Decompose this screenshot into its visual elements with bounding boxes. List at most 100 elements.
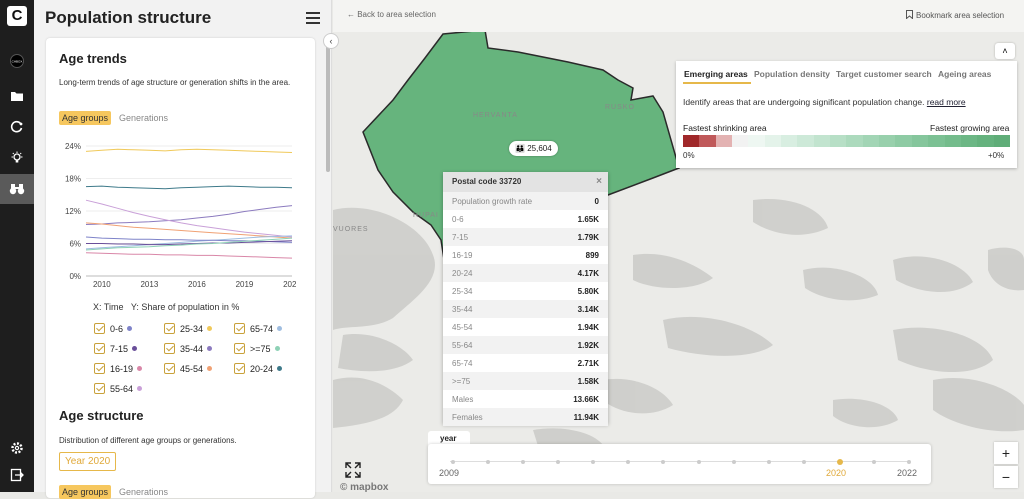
fullscreen-icon[interactable] (345, 462, 361, 478)
panel-scrollbar[interactable] (326, 40, 330, 172)
legend-color-dot (127, 326, 133, 331)
checkbox-icon[interactable] (94, 363, 105, 374)
tab-population-density[interactable]: Population density (754, 69, 830, 79)
checkbox-icon[interactable] (94, 343, 105, 354)
ramp-step (928, 135, 945, 147)
row-label: 55-64 (452, 340, 473, 350)
timeline-year-dot[interactable] (766, 460, 771, 464)
collapse-panel-button[interactable]: ‹ (323, 33, 339, 49)
year-selector-button[interactable]: Year 2020 (59, 452, 117, 471)
row-label: 25-34 (452, 286, 473, 296)
checkbox-icon[interactable] (234, 363, 245, 374)
legend-checkbox->=75[interactable]: >=75 (234, 343, 280, 354)
zoom-out-button[interactable]: − (994, 466, 1018, 488)
tab-ageing-areas[interactable]: Ageing areas (938, 69, 991, 79)
legend-color-dot (137, 366, 143, 371)
bookmark-button[interactable]: Bookmark area selection (906, 10, 1004, 20)
row-value: 11.94K (573, 412, 599, 422)
ramp-step (895, 135, 912, 147)
legend-checkbox-20-24[interactable]: 20-24 (234, 363, 283, 374)
timeline-year-dot[interactable] (871, 460, 876, 464)
checkbox-icon[interactable] (234, 343, 245, 354)
ramp-step (862, 135, 880, 147)
refresh-icon[interactable] (0, 112, 34, 142)
checkbox-icon[interactable] (94, 323, 105, 334)
app-logo[interactable]: C (7, 6, 27, 26)
legend-label: 35-44 (180, 343, 204, 354)
binoculars-icon[interactable] (0, 174, 34, 204)
timeline-year-dot[interactable] (661, 460, 666, 464)
legend-checkbox-55-64[interactable]: 55-64 (94, 383, 143, 394)
popup-rows: Population growth rate 0 0-6 1.65K 7-15 1.79K… (443, 192, 608, 426)
popup-row: 16-19 899 (443, 246, 608, 264)
legend-checkbox-0-6[interactable]: 0-6 (94, 323, 133, 334)
badge-icon[interactable]: CHBOX (0, 46, 34, 76)
row-value: 1.79K (577, 232, 599, 242)
tab-emerging-areas[interactable]: Emerging areas (684, 69, 748, 79)
timeline-year-dot[interactable] (556, 460, 561, 464)
age-structure-age-groups-toggle[interactable]: Age groups (59, 485, 112, 499)
logout-icon[interactable] (0, 460, 34, 490)
row-value: 1.58K (577, 376, 599, 386)
timeline-selected-label: 2020 (826, 468, 847, 478)
timeline-year-dot[interactable] (626, 460, 631, 464)
legend-label: 7-15 (110, 343, 129, 354)
timeline-year-dot[interactable] (907, 460, 911, 464)
checkbox-icon[interactable] (164, 363, 175, 374)
row-label: 65-74 (452, 358, 473, 368)
legend-checkbox-45-54[interactable]: 45-54 (164, 363, 213, 374)
timeline-year-dot[interactable] (836, 459, 843, 465)
x-tick-label: 2016 (188, 280, 206, 288)
legend-checkbox-35-44[interactable]: 35-44 (164, 343, 213, 354)
timeline-year-dot[interactable] (486, 460, 491, 464)
row-value: 1.94K (577, 322, 599, 332)
popup-row: 55-64 1.92K (443, 336, 608, 354)
legend-checkbox-25-34[interactable]: 25-34 (164, 323, 213, 334)
ramp-step (846, 135, 863, 147)
settings-gear-icon[interactable] (0, 433, 34, 463)
age-groups-toggle[interactable]: Age groups (59, 111, 112, 125)
read-more-link[interactable]: read more (927, 97, 966, 107)
icon-rail: C CHBOX (0, 0, 34, 492)
legend-color-dot (132, 346, 138, 351)
timeline-year-dot[interactable] (731, 460, 736, 464)
generations-toggle[interactable]: Generations (119, 113, 168, 123)
row-label: 20-24 (452, 268, 473, 278)
legend-label: 65-74 (250, 323, 274, 334)
close-icon[interactable]: × (596, 176, 602, 187)
ramp-min-label: 0% (683, 151, 695, 160)
legend-checkbox-65-74[interactable]: 65-74 (234, 323, 283, 334)
population-count-badge[interactable]: 👪 25,604 (509, 141, 558, 156)
checkbox-icon[interactable] (164, 323, 175, 334)
age-structure-generations-toggle[interactable]: Generations (119, 487, 168, 497)
zoom-in-button[interactable]: + (994, 442, 1018, 464)
timeline-year-dot[interactable] (451, 460, 455, 464)
ramp-step (764, 135, 782, 147)
people-icon: 👪 (515, 144, 525, 153)
timeline-year-dot[interactable] (696, 460, 701, 464)
series-line-16-19 (85, 252, 293, 259)
lightbulb-icon[interactable] (0, 143, 34, 173)
y-tick-label: 12% (65, 207, 81, 216)
timeline-year-dot[interactable] (801, 460, 806, 464)
year-timeline[interactable]: 2009 2020 2022 (428, 444, 931, 484)
legend-label: >=75 (250, 343, 271, 354)
folder-icon[interactable] (0, 81, 34, 111)
back-link[interactable]: ← Back to area selection (347, 10, 436, 19)
collapse-legend-button[interactable]: ˄ (995, 43, 1015, 59)
ramp-step (699, 135, 716, 147)
legend-checkbox-7-15[interactable]: 7-15 (94, 343, 138, 354)
menu-icon[interactable] (306, 12, 320, 24)
ramp-step (911, 135, 929, 147)
checkbox-icon[interactable] (234, 323, 245, 334)
ramp-step (944, 135, 961, 147)
active-tab-indicator (683, 82, 751, 84)
timeline-year-dot[interactable] (521, 460, 526, 464)
row-value: 5.80K (577, 286, 599, 296)
checkbox-icon[interactable] (164, 343, 175, 354)
checkbox-icon[interactable] (94, 383, 105, 394)
timeline-year-dot[interactable] (591, 460, 596, 464)
shrinking-label: Fastest shrinking area (683, 123, 767, 133)
legend-checkbox-16-19[interactable]: 16-19 (94, 363, 143, 374)
tab-target-customer-search[interactable]: Target customer search (836, 69, 932, 79)
